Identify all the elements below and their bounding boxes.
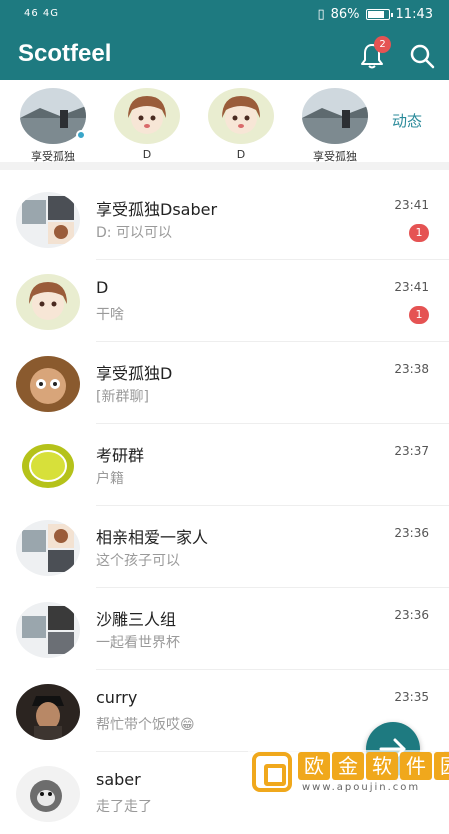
chat-preview: [新群聊] <box>96 389 149 405</box>
chat-time: 23:41 <box>394 198 429 212</box>
chat-row[interactable]: 享受孤独D [新群聊] 23:38 <box>0 342 449 424</box>
contact-avatar <box>16 684 80 740</box>
chat-preview: 帮忙带个饭哎😁 <box>96 717 195 733</box>
search-icon[interactable] <box>406 40 438 72</box>
story-item[interactable]: 享受孤独 <box>300 88 370 164</box>
clock: 11:43 <box>395 7 433 22</box>
chat-time: 23:35 <box>394 690 429 704</box>
chat-name: 享受孤独D <box>96 364 173 383</box>
group-avatar <box>16 356 80 412</box>
chat-name: 沙雕三人组 <box>96 610 177 629</box>
story-avatar <box>114 88 180 144</box>
chat-name: D <box>96 278 109 297</box>
unread-badge: 1 <box>409 224 429 242</box>
chat-name: saber <box>96 770 141 789</box>
contact-avatar <box>16 766 80 822</box>
group-avatar <box>16 438 80 494</box>
story-avatar <box>208 88 274 144</box>
story-name: 享受孤独 <box>313 150 357 163</box>
battery-percent: 86% <box>330 7 360 22</box>
chat-time: 23:37 <box>394 444 429 458</box>
chat-preview: 户籍 <box>96 471 124 487</box>
watermark-char: 软 <box>366 752 398 780</box>
app-bar: Scotfeel 2 <box>0 32 449 80</box>
chat-time: 23:36 <box>394 526 429 540</box>
chat-row[interactable]: 沙雕三人组 一起看世界杯 23:36 <box>0 588 449 670</box>
chat-preview: 这个孩子可以 <box>96 553 180 569</box>
chat-name: 享受孤独Dsaber <box>96 200 218 219</box>
chat-row[interactable]: D 干啥 23:41 1 <box>0 260 449 342</box>
chat-name: 考研群 <box>96 446 145 465</box>
group-avatar <box>16 520 80 576</box>
story-item[interactable]: 享受孤独 <box>18 88 88 164</box>
dynamic-link[interactable]: 动态 <box>392 110 422 131</box>
story-name: 享受孤独 <box>31 150 75 163</box>
watermark-char: 金 <box>332 752 364 780</box>
chat-preview: 走了走了 <box>96 799 152 815</box>
group-avatar <box>16 192 80 248</box>
watermark: 欧 金 软 件 园 www.apoujin.com <box>248 750 449 796</box>
chat-preview: 干啥 <box>96 307 124 323</box>
watermark-text: 欧 金 软 件 园 <box>298 752 449 780</box>
story-avatar <box>302 88 368 144</box>
app-title: Scotfeel <box>18 40 112 67</box>
chat-name: 相亲相爱一家人 <box>96 528 209 547</box>
contact-avatar <box>16 274 80 330</box>
status-right: ▯ 86% 11:43 <box>317 7 433 22</box>
watermark-char: 欧 <box>298 752 330 780</box>
chat-name: curry <box>96 688 138 707</box>
notification-badge: 2 <box>374 36 391 53</box>
story-name: D <box>236 148 246 161</box>
watermark-char: 园 <box>434 752 449 780</box>
chat-row[interactable]: 享受孤独Dsaber D: 可以可以 23:41 1 <box>0 178 449 260</box>
chat-time: 23:41 <box>394 280 429 294</box>
story-item[interactable]: D <box>206 88 276 161</box>
story-strip: 享受孤独 D D 享受孤独 动态 <box>0 80 449 170</box>
watermark-logo-icon <box>252 752 292 792</box>
vibrate-icon: ▯ <box>317 7 325 22</box>
status-bar: 46 4G ▯ 86% 11:43 <box>0 0 449 32</box>
chat-row[interactable]: 考研群 户籍 23:37 <box>0 424 449 506</box>
chat-time: 23:38 <box>394 362 429 376</box>
online-indicator <box>76 130 86 140</box>
chat-time: 23:36 <box>394 608 429 622</box>
signal-indicator: 46 4G <box>24 8 60 19</box>
story-name: D <box>142 148 152 161</box>
group-avatar <box>16 602 80 658</box>
chat-row[interactable]: 相亲相爱一家人 这个孩子可以 23:36 <box>0 506 449 588</box>
watermark-url: www.apoujin.com <box>302 782 421 793</box>
unread-badge: 1 <box>409 306 429 324</box>
watermark-char: 件 <box>400 752 432 780</box>
chat-preview: D: 可以可以 <box>96 225 172 241</box>
story-item[interactable]: D <box>112 88 182 161</box>
battery-icon <box>365 9 393 20</box>
chat-preview: 一起看世界杯 <box>96 635 180 651</box>
